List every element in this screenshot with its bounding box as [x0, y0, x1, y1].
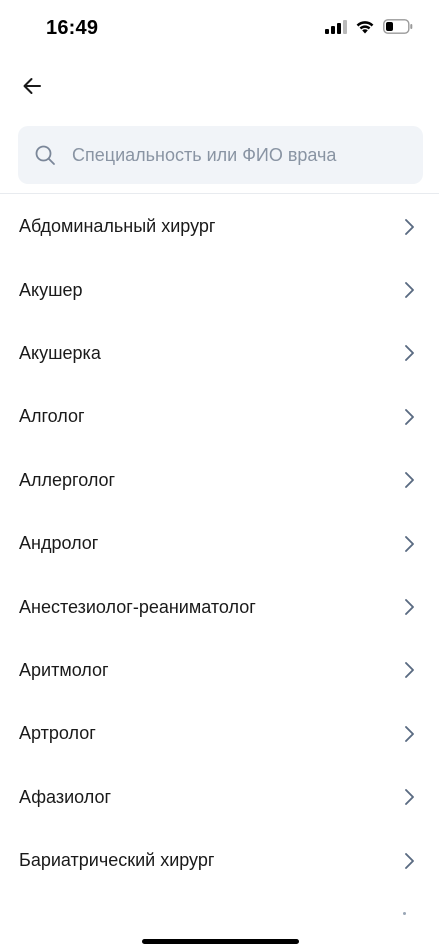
status-time: 16:49 — [46, 17, 99, 39]
list-item-label: Акушерка — [19, 342, 101, 363]
cellular-signal-icon — [325, 19, 347, 34]
list-item-label: Анестезиолог-реаниматолог — [19, 596, 256, 617]
list-item-label: Алголог — [19, 406, 85, 427]
battery-icon — [383, 19, 413, 34]
list-item[interactable]: Алголог — [0, 385, 439, 448]
chevron-right-icon — [405, 218, 414, 235]
list-item-label: Бариатрический хирург — [19, 850, 215, 871]
status-bar: 16:49 — [0, 0, 439, 58]
list-item-label: Афазиолог — [19, 786, 112, 807]
chevron-right-icon — [405, 852, 414, 869]
search-icon — [35, 145, 55, 165]
specialty-list: Абдоминальный хирург Акушер Акушерка Алг… — [0, 195, 439, 892]
chevron-right-icon — [405, 472, 414, 489]
list-item[interactable]: Абдоминальный хирург — [0, 195, 439, 258]
status-icons — [325, 19, 413, 34]
chevron-right-icon — [405, 535, 414, 552]
list-item[interactable]: Афазиолог — [0, 766, 439, 829]
list-item-label: Акушер — [19, 279, 83, 300]
search-box[interactable] — [18, 126, 423, 184]
wifi-icon — [356, 21, 374, 34]
list-item-label: Абдоминальный хирург — [19, 216, 216, 237]
list-item[interactable]: Бариатрический хирург — [0, 829, 439, 892]
scroll-edge-mark — [403, 912, 406, 915]
home-indicator — [142, 939, 299, 944]
list-item-label: Аллерголог — [19, 469, 116, 490]
list-item-label: Аритмолог — [19, 659, 109, 680]
back-button[interactable] — [14, 68, 50, 104]
chevron-right-icon — [405, 789, 414, 806]
list-item[interactable]: Аллерголог — [0, 449, 439, 512]
chevron-right-icon — [405, 408, 414, 425]
chevron-right-icon — [405, 599, 414, 615]
list-item-label: Андролог — [19, 533, 99, 554]
arrow-left-icon — [23, 78, 41, 94]
chevron-right-icon — [405, 662, 414, 679]
list-item[interactable]: Акушер — [0, 258, 439, 321]
list-item[interactable]: Аритмолог — [0, 639, 439, 702]
chevron-right-icon — [405, 725, 414, 742]
list-item[interactable]: Анестезиолог-реаниматолог — [0, 575, 439, 638]
chevron-right-icon — [405, 282, 414, 299]
list-item[interactable]: Андролог — [0, 512, 439, 575]
divider — [0, 193, 439, 194]
list-item[interactable]: Акушерка — [0, 322, 439, 385]
chevron-right-icon — [405, 345, 414, 362]
list-item-label: Артролог — [19, 723, 96, 744]
list-item[interactable]: Артролог — [0, 702, 439, 765]
search-input[interactable] — [72, 126, 412, 184]
